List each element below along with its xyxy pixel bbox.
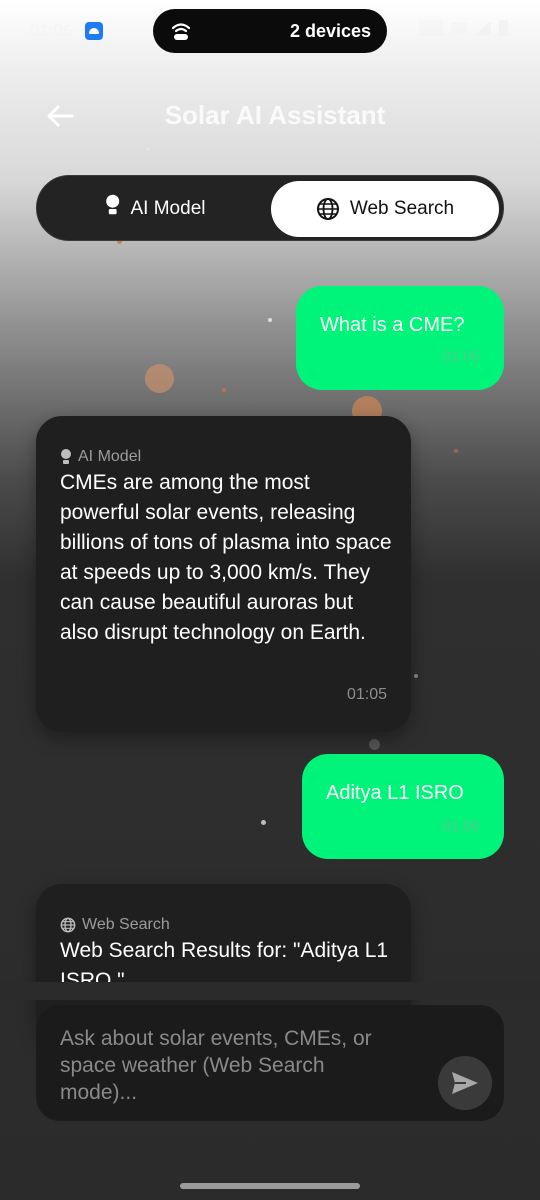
message-text: CMEs are among the most powerful solar e… [60,471,392,644]
network-speed-icon [419,20,443,36]
particle-dot [414,674,418,678]
user-message: Aditya L1 ISRO 01:06 [302,754,504,859]
globe-icon [60,917,76,933]
battery-icon [499,20,508,36]
lightbulb-icon [60,449,72,465]
message-text: Aditya L1 ISRO [326,782,464,804]
page-title: Solar AI Assistant [164,100,386,130]
home-indicator[interactable] [180,1183,360,1189]
particle-dot [222,388,226,392]
lightbulb-icon [104,194,122,224]
tab-ai-model-label: AI Model [130,198,206,219]
globe-icon [316,198,339,220]
signal-icon [475,21,491,35]
message-text: What is a CME? [320,314,465,336]
tab-web-search-label: Web Search [349,198,455,219]
hotspot-icon [171,23,191,40]
message-input[interactable]: Ask about solar events, CMEs, or space w… [60,1025,390,1106]
wifi-icon [451,22,467,34]
app-notification-icon [85,22,103,40]
particle-dot [146,147,150,151]
mode-toggle: AI Model Web Search [36,175,504,241]
send-icon [452,1072,478,1094]
message-source: Web Search [60,916,170,934]
status-time: 01:06 [30,21,73,40]
assistant-message: AI Model CMEs are among the most powerfu… [36,416,411,732]
message-time: 01:05 [442,348,480,365]
tab-ai-model[interactable]: AI Model [43,181,269,237]
message-source-label: Web Search [82,916,170,933]
send-button[interactable] [438,1056,492,1110]
chat-scroll-edge [0,982,540,1000]
status-bar: 01:06 2 devices [0,0,540,62]
tab-web-search[interactable]: Web Search [271,181,499,237]
message-time: 01:05 [346,686,387,703]
hotspot-label: 2 devices [289,21,371,41]
system-icons [419,20,508,36]
user-message: What is a CME? 01:05 [296,286,504,390]
particle-dot [268,318,272,322]
hotspot-indicator[interactable]: 2 devices [153,9,387,53]
message-source-label: AI Model [78,448,142,465]
particle-dot [145,364,174,393]
app-header: Solar AI Assistant [0,90,540,142]
particle-dot [369,739,380,750]
message-composer[interactable]: Ask about solar events, CMEs, or space w… [36,1005,504,1121]
particle-dot [454,449,458,453]
message-time: 01:06 [442,818,480,835]
particle-dot [261,820,266,825]
message-source: AI Model [60,448,141,466]
